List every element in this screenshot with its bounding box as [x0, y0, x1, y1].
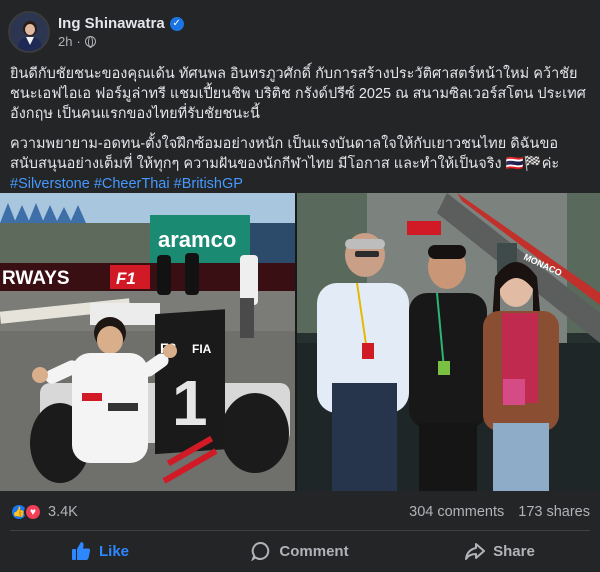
- love-reaction-icon[interactable]: ♥: [24, 503, 42, 521]
- share-count[interactable]: 173 shares: [518, 504, 590, 520]
- share-button[interactable]: Share: [400, 534, 600, 568]
- share-icon: [465, 543, 486, 560]
- like-button[interactable]: Like: [0, 534, 200, 568]
- post-time[interactable]: 2h: [58, 34, 72, 49]
- post-header: Ing Shinawatra ✓ 2h ·: [8, 10, 184, 54]
- group-photo: MONACO: [297, 193, 600, 491]
- like-label: Like: [98, 542, 129, 560]
- post-paragraph-2-text: ความพยายาม-อดทน-ตั้งใจฝึกซ้อมอย่างหนัก เ…: [10, 136, 560, 172]
- avatar[interactable]: [8, 11, 50, 53]
- race-winner-photo: aramco RWAYS F1 F3 F: [0, 193, 295, 491]
- f1-logo: F1: [116, 269, 136, 288]
- post-paragraph-1: ยินดีกับชัยชนะของคุณเด้น ทัศนพล อินทรภูว…: [10, 66, 586, 122]
- aramco-sign: aramco: [158, 227, 236, 252]
- divider: [10, 530, 590, 531]
- share-label: Share: [493, 542, 535, 560]
- photo-race-winner[interactable]: aramco RWAYS F1 F3 F: [0, 193, 295, 491]
- airways-banner: RWAYS: [2, 268, 70, 289]
- author-name[interactable]: Ing Shinawatra: [58, 15, 165, 32]
- comment-count[interactable]: 304 comments: [409, 504, 504, 520]
- hashtag-silverstone[interactable]: #Silverstone: [10, 176, 90, 192]
- globe-icon: [84, 36, 96, 48]
- comment-button[interactable]: Comment: [200, 534, 400, 568]
- hashtag-cheerthai[interactable]: #CheerThai: [94, 176, 170, 192]
- photo-group[interactable]: MONACO: [297, 193, 600, 491]
- facebook-post: Ing Shinawatra ✓ 2h · ยินดีกับชัยชนะของค…: [0, 0, 600, 572]
- fia-logo: FIA: [192, 342, 212, 356]
- comment-icon: [251, 541, 270, 561]
- author-block: Ing Shinawatra ✓ 2h ·: [58, 15, 184, 49]
- thumbs-up-icon: [71, 542, 91, 560]
- post-images: aramco RWAYS F1 F3 F: [0, 193, 600, 491]
- comment-label: Comment: [279, 542, 349, 560]
- post-paragraph-2: ความพยายาม-อดทน-ตั้งใจฝึกซ้อมอย่างหนัก เ…: [10, 134, 590, 194]
- verified-badge-icon: ✓: [169, 16, 184, 31]
- reaction-count[interactable]: 3.4K: [48, 504, 78, 520]
- post-actions: Like Comment Share: [0, 534, 600, 568]
- post-text: ยินดีกับชัยชนะของคุณเด้น ทัศนพล อินทรภูว…: [10, 64, 590, 204]
- hashtag-britishgp[interactable]: #BritishGP: [174, 176, 243, 192]
- reactions-bar: 👍 ♥ 3.4K 304 comments 173 shares: [10, 500, 590, 524]
- winner-number-board: 1: [172, 367, 208, 439]
